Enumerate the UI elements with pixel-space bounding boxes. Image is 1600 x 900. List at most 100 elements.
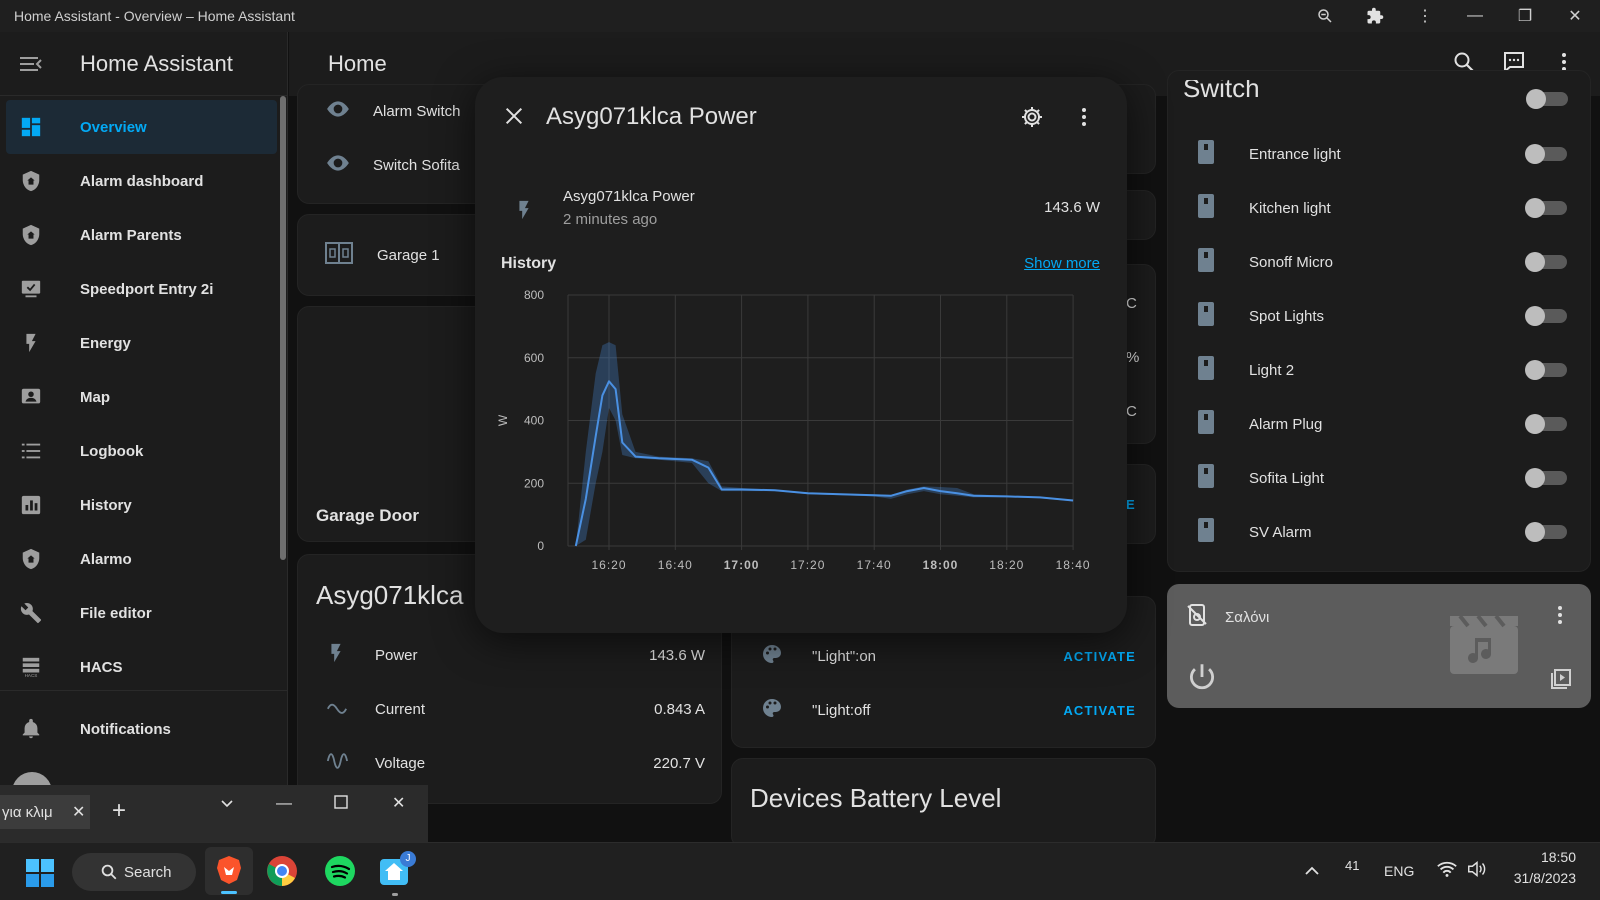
volume-icon[interactable]	[1466, 859, 1488, 884]
last-changed[interactable]: 2 minutes ago	[563, 211, 657, 228]
language-indicator[interactable]: ENG	[1384, 863, 1414, 879]
wifi-icon[interactable]	[1436, 859, 1458, 884]
current-ac-icon	[325, 696, 349, 722]
list-item[interactable]: Switch Sofita	[325, 150, 460, 180]
toggle-switch[interactable]	[1526, 89, 1568, 109]
list-item[interactable]: Garage 1	[325, 241, 440, 269]
chrome-app[interactable]	[266, 855, 298, 892]
switch-row[interactable]: SV Alarm	[1197, 518, 1567, 546]
show-more-link[interactable]: Show more	[1024, 255, 1100, 272]
close-tab-icon[interactable]: ✕	[72, 802, 85, 822]
history-chart[interactable]: 0 200 400 600 800 16:20 16:40 17:00 17:20 17:40 18…	[495, 282, 1105, 582]
sidebar-item-hacs[interactable]: HACS HACS	[6, 640, 277, 694]
power-icon[interactable]	[1185, 660, 1219, 699]
switch-row[interactable]: Alarm Plug	[1197, 410, 1567, 438]
more-vert-icon[interactable]: ⋮	[1400, 0, 1450, 32]
entity-value: 0.843 A	[654, 700, 705, 718]
series-line[interactable]	[574, 380, 1074, 547]
light-switch-icon	[1197, 247, 1215, 277]
close-icon[interactable]: ✕	[1550, 0, 1600, 32]
sidebar-item-energy[interactable]: Energy	[6, 316, 277, 370]
sidebar-item-alarm-dashboard[interactable]: Alarm dashboard	[6, 154, 277, 208]
windows-start-icon[interactable]	[26, 859, 54, 892]
chevron-down-icon[interactable]	[220, 797, 234, 816]
chevron-up-icon[interactable]	[1304, 863, 1320, 882]
unit-label: C	[1126, 403, 1137, 420]
entity-value: 220.7 V	[653, 754, 705, 772]
sidebar-item-map[interactable]: Map	[6, 370, 277, 424]
clock-time[interactable]: 18:50	[1520, 849, 1576, 865]
entity-value: 143.6 W	[649, 646, 705, 664]
switch-row[interactable]: Light 2	[1197, 356, 1567, 384]
page-title: Home	[328, 51, 387, 76]
switch-row[interactable]: Kitchen light	[1197, 194, 1567, 222]
clock-date[interactable]: 31/8/2023	[1500, 870, 1576, 886]
y-axis-label: W	[496, 414, 510, 426]
toggle-switch[interactable]	[1525, 522, 1567, 542]
switch-row[interactable]: Entrance light	[1197, 140, 1567, 168]
restore-icon[interactable]: ❐	[1500, 0, 1550, 32]
brave-app[interactable]	[205, 847, 253, 895]
sidebar-item-label: Alarm dashboard	[80, 172, 204, 190]
entity-row-power[interactable]: Power 143.6 W	[325, 642, 705, 668]
sidebar-item-history[interactable]: History	[6, 478, 277, 532]
minimize-icon[interactable]: —	[1450, 0, 1500, 32]
zoom-icon[interactable]	[1300, 0, 1350, 32]
sidebar-item-alarmo[interactable]: Alarmo	[6, 532, 277, 586]
toggle-switch[interactable]	[1525, 306, 1567, 326]
toggle-switch[interactable]	[1525, 198, 1567, 218]
home-assistant-app[interactable]: J	[378, 851, 416, 896]
sidebar-item-overview[interactable]: Overview	[6, 100, 277, 154]
list-item[interactable]: Alarm Switch	[325, 96, 461, 126]
toggle-switch[interactable]	[1525, 144, 1567, 164]
sidebar-item-label: Notifications	[80, 720, 171, 738]
close-icon[interactable]	[503, 105, 525, 132]
activate-button[interactable]: ACTIVATE	[1063, 649, 1136, 664]
card-title: Asyg071klca	[316, 580, 464, 610]
scene-row[interactable]: "Light:off ACTIVATE	[760, 696, 1136, 724]
tray-temperature[interactable]: 41	[1345, 858, 1359, 873]
taskbar-search[interactable]: Search	[72, 853, 196, 891]
sidebar-item-label: History	[80, 496, 132, 514]
scene-row[interactable]: "Light":on ACTIVATE	[760, 642, 1136, 670]
switch-row[interactable]: Sofita Light	[1197, 464, 1567, 492]
shield-home-icon	[6, 548, 56, 570]
new-tab-icon[interactable]: +	[112, 797, 126, 825]
y-tick-label: 0	[537, 539, 544, 553]
entity-row-voltage[interactable]: Voltage 220.7 V	[325, 750, 705, 776]
taskbar-search-label: Search	[124, 863, 172, 881]
toggle-switch[interactable]	[1525, 252, 1567, 272]
unit-label: %	[1126, 349, 1140, 366]
close-icon[interactable]: ✕	[392, 793, 405, 813]
sidebar-item-notifications[interactable]: Notifications	[6, 702, 278, 756]
history-heading: History	[501, 255, 557, 272]
switch-row[interactable]: Sonoff Micro	[1197, 248, 1567, 276]
extensions-icon[interactable]	[1350, 0, 1400, 32]
activate-button[interactable]: ACTIVATE	[1063, 703, 1136, 718]
entity-row-current[interactable]: Current 0.843 A	[325, 696, 705, 722]
activate-button[interactable]: E	[1126, 497, 1136, 512]
sidebar-item-speedport-entry-2i[interactable]: Speedport Entry 2i	[6, 262, 277, 316]
sidebar-item-logbook[interactable]: Logbook	[6, 424, 277, 478]
play-queue-icon[interactable]	[1549, 667, 1573, 696]
list-item-label: Switch Sofita	[373, 156, 460, 174]
minimize-icon[interactable]: —	[276, 795, 292, 813]
maximize-icon[interactable]	[334, 795, 348, 814]
switch-row[interactable]: Spot Lights	[1197, 302, 1567, 330]
menu-collapse-icon[interactable]	[0, 55, 62, 73]
gear-icon[interactable]	[1020, 105, 1044, 134]
sidebar-app-title: Home Assistant	[80, 50, 233, 76]
spotify-app[interactable]	[324, 855, 356, 892]
more-vert-icon[interactable]	[1557, 606, 1563, 629]
browser-tab[interactable]: για κλιμ ✕	[0, 795, 90, 829]
sidebar-item-file-editor[interactable]: File editor	[6, 586, 277, 640]
sidebar-item-alarm-parents[interactable]: Alarm Parents	[6, 208, 277, 262]
sidebar-scrollbar[interactable]	[280, 96, 286, 560]
toggle-switch[interactable]	[1525, 360, 1567, 380]
toggle-switch[interactable]	[1525, 468, 1567, 488]
sidebar-item-label: Map	[80, 388, 110, 406]
more-vert-icon[interactable]	[1081, 107, 1087, 132]
media-player-header[interactable]: Σαλόνι	[1185, 603, 1269, 631]
light-switch-icon	[1197, 517, 1215, 547]
toggle-switch[interactable]	[1525, 414, 1567, 434]
